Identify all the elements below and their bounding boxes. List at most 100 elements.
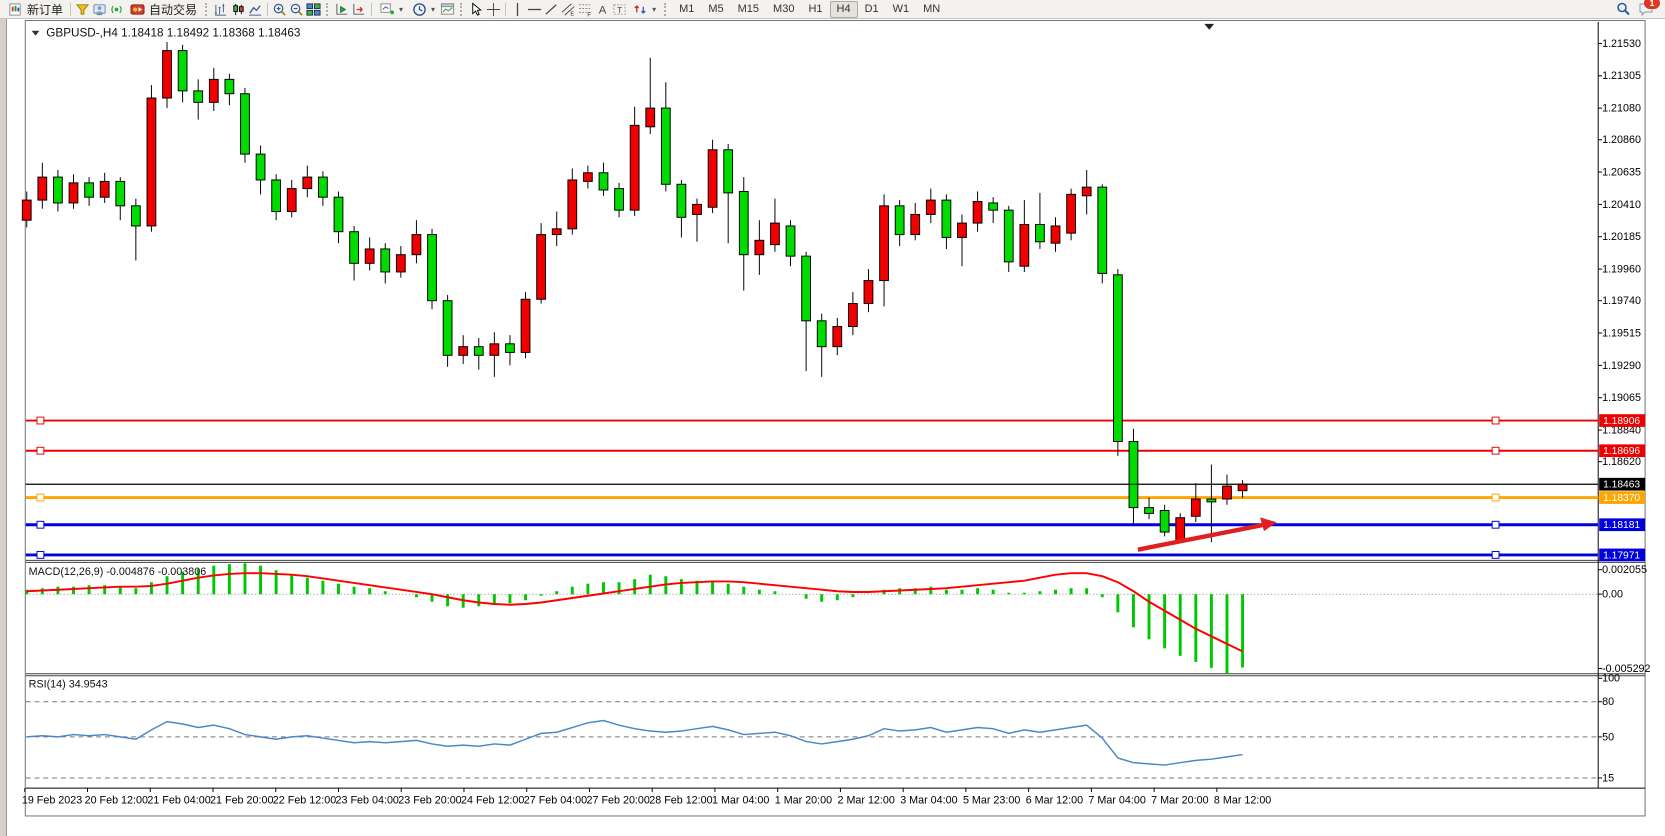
svg-text:1.21080: 1.21080: [1602, 103, 1641, 115]
candle-body: [599, 173, 608, 190]
horizontal-line-tool-icon[interactable]: [526, 1, 543, 18]
svg-text:0.002055: 0.002055: [1602, 564, 1647, 576]
zoom-in-icon[interactable]: [271, 1, 288, 18]
candle-body: [1191, 499, 1200, 516]
candle-body: [69, 183, 78, 203]
candle-body: [1176, 518, 1185, 541]
timeframe-button-M15[interactable]: M15: [731, 1, 766, 18]
clock-icon: [411, 1, 428, 18]
new-order-icon: [7, 1, 24, 18]
svg-text:24 Feb 12:00: 24 Feb 12:00: [461, 795, 524, 807]
candle-body: [194, 91, 203, 102]
svg-text:27 Feb 04:00: 27 Feb 04:00: [524, 795, 587, 807]
timeframe-button-M1[interactable]: M1: [672, 1, 701, 18]
line-handle[interactable]: [1492, 417, 1499, 424]
candle-body: [1051, 226, 1060, 243]
charts-funnel-icon[interactable]: [74, 1, 91, 18]
svg-text:1.21530: 1.21530: [1602, 38, 1641, 50]
candle-body: [319, 177, 328, 197]
candle-body: [817, 321, 826, 347]
candle-body: [428, 235, 437, 301]
notification-badge: 1: [1644, 0, 1660, 9]
line-handle[interactable]: [1492, 521, 1499, 528]
text-label-tool-icon[interactable]: T: [611, 1, 628, 18]
candle-body: [1082, 187, 1091, 196]
timeframe-button-MN[interactable]: MN: [916, 1, 947, 18]
svg-text:1.20410: 1.20410: [1602, 199, 1641, 211]
timeframe-button-M5[interactable]: M5: [701, 1, 730, 18]
profile-icon[interactable]: [91, 1, 108, 18]
line-handle[interactable]: [37, 521, 44, 528]
candle-body: [942, 200, 951, 237]
trendline-tool-icon[interactable]: [543, 1, 560, 18]
svg-text:F: F: [587, 12, 591, 16]
arrows-tool-button[interactable]: ▾: [628, 1, 660, 18]
svg-text:80: 80: [1602, 696, 1614, 708]
equidistant-channel-tool-icon[interactable]: E: [560, 1, 577, 18]
candle-body: [552, 229, 561, 235]
line-handle[interactable]: [37, 494, 44, 501]
line-handle[interactable]: [1492, 551, 1499, 558]
svg-text:1.18463: 1.18463: [1603, 480, 1640, 491]
candle-body: [131, 206, 140, 226]
periods-button[interactable]: ▾: [407, 1, 439, 18]
timeframe-button-H1[interactable]: H1: [801, 1, 829, 18]
candle-body: [54, 177, 63, 203]
tile-windows-icon[interactable]: [305, 1, 322, 18]
templates-icon[interactable]: [439, 1, 456, 18]
candle-body: [1223, 486, 1232, 499]
bar-chart-type-icon[interactable]: [213, 1, 230, 18]
svg-text:T: T: [617, 4, 622, 14]
svg-text:1.19740: 1.19740: [1602, 295, 1641, 307]
line-handle[interactable]: [37, 447, 44, 454]
new-order-button[interactable]: 新订单: [3, 1, 67, 18]
text-tool-icon[interactable]: A: [594, 1, 611, 18]
chart-canvas[interactable]: 1.215301.213051.210801.208601.206351.204…: [0, 19, 1665, 836]
crosshair-icon[interactable]: [485, 1, 502, 18]
candle-body: [209, 79, 218, 102]
svg-text:20 Feb 12:00: 20 Feb 12:00: [85, 795, 148, 807]
timeframe-button-W1[interactable]: W1: [886, 1, 917, 18]
candle-body: [911, 214, 920, 234]
vertical-line-tool-icon[interactable]: [509, 1, 526, 18]
candle-body: [1113, 275, 1122, 442]
timeframe-button-H4[interactable]: H4: [830, 1, 858, 18]
candle-body: [147, 98, 156, 226]
svg-text:1.18620: 1.18620: [1602, 456, 1641, 468]
cursor-icon[interactable]: [468, 1, 485, 18]
line-handle[interactable]: [1492, 494, 1499, 501]
candle-body: [1207, 499, 1216, 502]
svg-text:0.00: 0.00: [1602, 589, 1623, 601]
svg-text:8 Mar 12:00: 8 Mar 12:00: [1214, 795, 1271, 807]
signal-broadcast-icon[interactable]: [108, 1, 125, 18]
candle-body: [661, 108, 670, 184]
indicators-button[interactable]: ▾: [375, 1, 407, 18]
dropdown-caret-icon: ▾: [652, 5, 656, 14]
line-handle[interactable]: [37, 551, 44, 558]
line-handle[interactable]: [37, 417, 44, 424]
candle-body: [22, 200, 31, 220]
candle-body: [350, 232, 359, 264]
candle-body: [958, 223, 967, 237]
candle-body: [459, 347, 468, 356]
fibonacci-tool-icon[interactable]: F: [577, 1, 594, 18]
candlestick-type-icon[interactable]: [230, 1, 247, 18]
svg-text:3 Mar 04:00: 3 Mar 04:00: [900, 795, 957, 807]
search-icon[interactable]: [1614, 1, 1631, 18]
toolbar-grip: [326, 3, 330, 16]
line-handle[interactable]: [1492, 447, 1499, 454]
chart-shift-icon[interactable]: [351, 1, 368, 18]
zoom-out-icon[interactable]: [288, 1, 305, 18]
svg-text:E: E: [570, 11, 574, 16]
candle-body: [1129, 442, 1138, 508]
timeframe-button-M30[interactable]: M30: [766, 1, 801, 18]
candle-body: [1004, 210, 1013, 262]
candle-body: [677, 184, 686, 217]
candle-body: [490, 344, 499, 355]
timeframe-button-D1[interactable]: D1: [858, 1, 886, 18]
auto-trading-button[interactable]: 自动交易: [125, 1, 201, 18]
auto-scroll-icon[interactable]: [334, 1, 351, 18]
line-chart-type-icon[interactable]: [247, 1, 264, 18]
svg-text:50: 50: [1602, 731, 1614, 743]
candle-body: [989, 203, 998, 210]
